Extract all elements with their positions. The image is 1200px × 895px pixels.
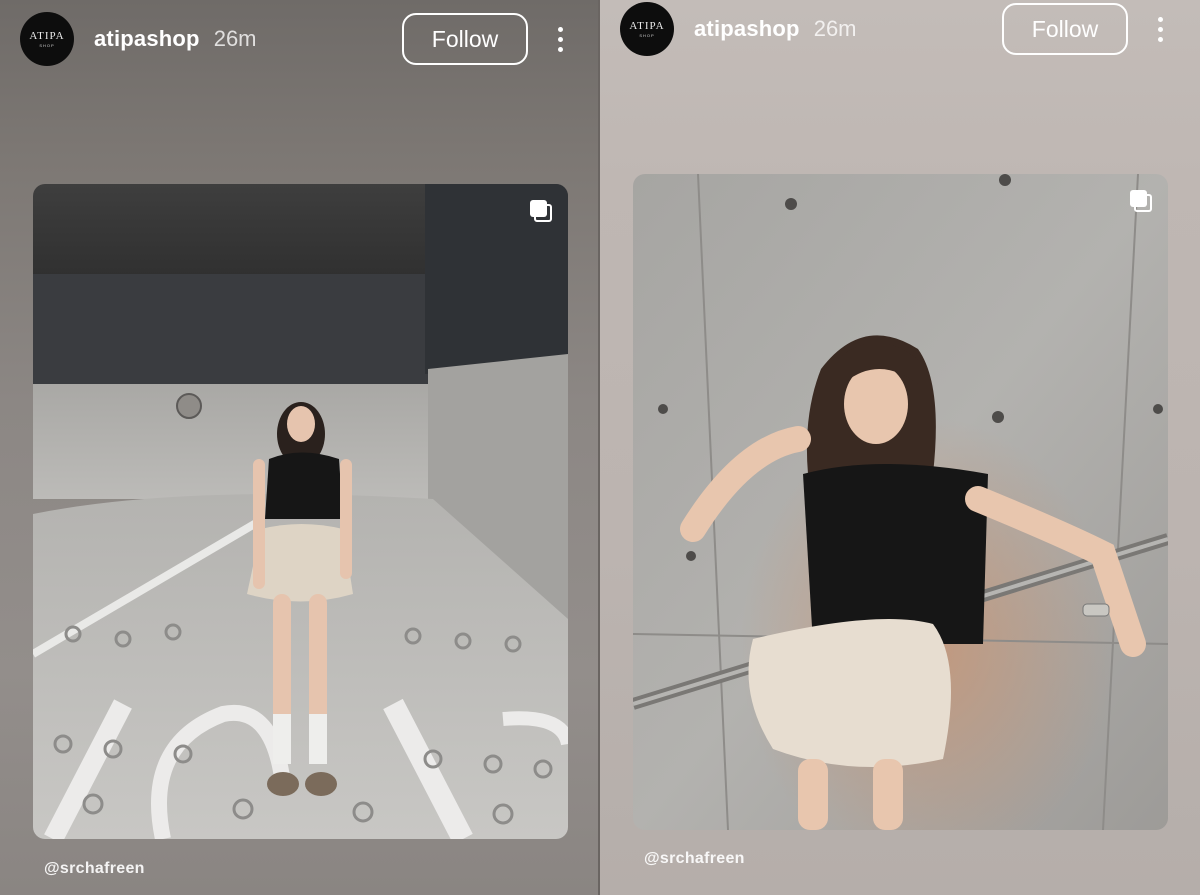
username[interactable]: atipashop — [94, 26, 200, 52]
photo-concrete-wall — [633, 174, 1168, 830]
avatar[interactable]: ATIPA SHOP — [20, 12, 74, 66]
post-timestamp: 26m — [213, 26, 257, 51]
dot — [557, 46, 563, 52]
dot — [1157, 16, 1163, 22]
story-photo[interactable] — [633, 174, 1168, 830]
dot — [1157, 26, 1163, 32]
more-options-icon[interactable] — [1140, 2, 1180, 56]
post-timestamp: 26m — [813, 16, 857, 41]
avatar-logo-text: ATIPA — [629, 19, 665, 32]
story-photo[interactable] — [33, 184, 568, 839]
photo-credit[interactable]: @srchafreen — [644, 850, 745, 868]
carousel-multi-image-icon — [1130, 190, 1152, 212]
photo-parking-garage — [33, 184, 568, 839]
dot — [1157, 36, 1163, 42]
avatar-logo-subtext: SHOP — [639, 32, 655, 38]
dot — [557, 36, 563, 42]
follow-button[interactable]: Follow — [1002, 3, 1128, 55]
story-header: ATIPA SHOP atipashop 26m Follow — [620, 2, 1180, 56]
avatar-logo-subtext: SHOP — [39, 42, 55, 48]
follow-button[interactable]: Follow — [402, 13, 528, 65]
icon-layer-front — [1130, 190, 1147, 207]
avatar-logo-text: ATIPA — [29, 29, 65, 42]
more-options-icon[interactable] — [540, 12, 580, 66]
story-panel-left[interactable]: ATIPA SHOP atipashop 26m Follow @srchafr… — [0, 0, 600, 895]
story-panel-right[interactable]: ATIPA SHOP atipashop 26m Follow @srchafr… — [600, 0, 1200, 895]
carousel-multi-image-icon — [530, 200, 552, 222]
username[interactable]: atipashop — [694, 16, 800, 42]
avatar[interactable]: ATIPA SHOP — [620, 2, 674, 56]
icon-layer-front — [530, 200, 547, 217]
dot — [557, 26, 563, 32]
photo-credit[interactable]: @srchafreen — [44, 860, 145, 878]
story-header: ATIPA SHOP atipashop 26m Follow — [20, 12, 580, 66]
